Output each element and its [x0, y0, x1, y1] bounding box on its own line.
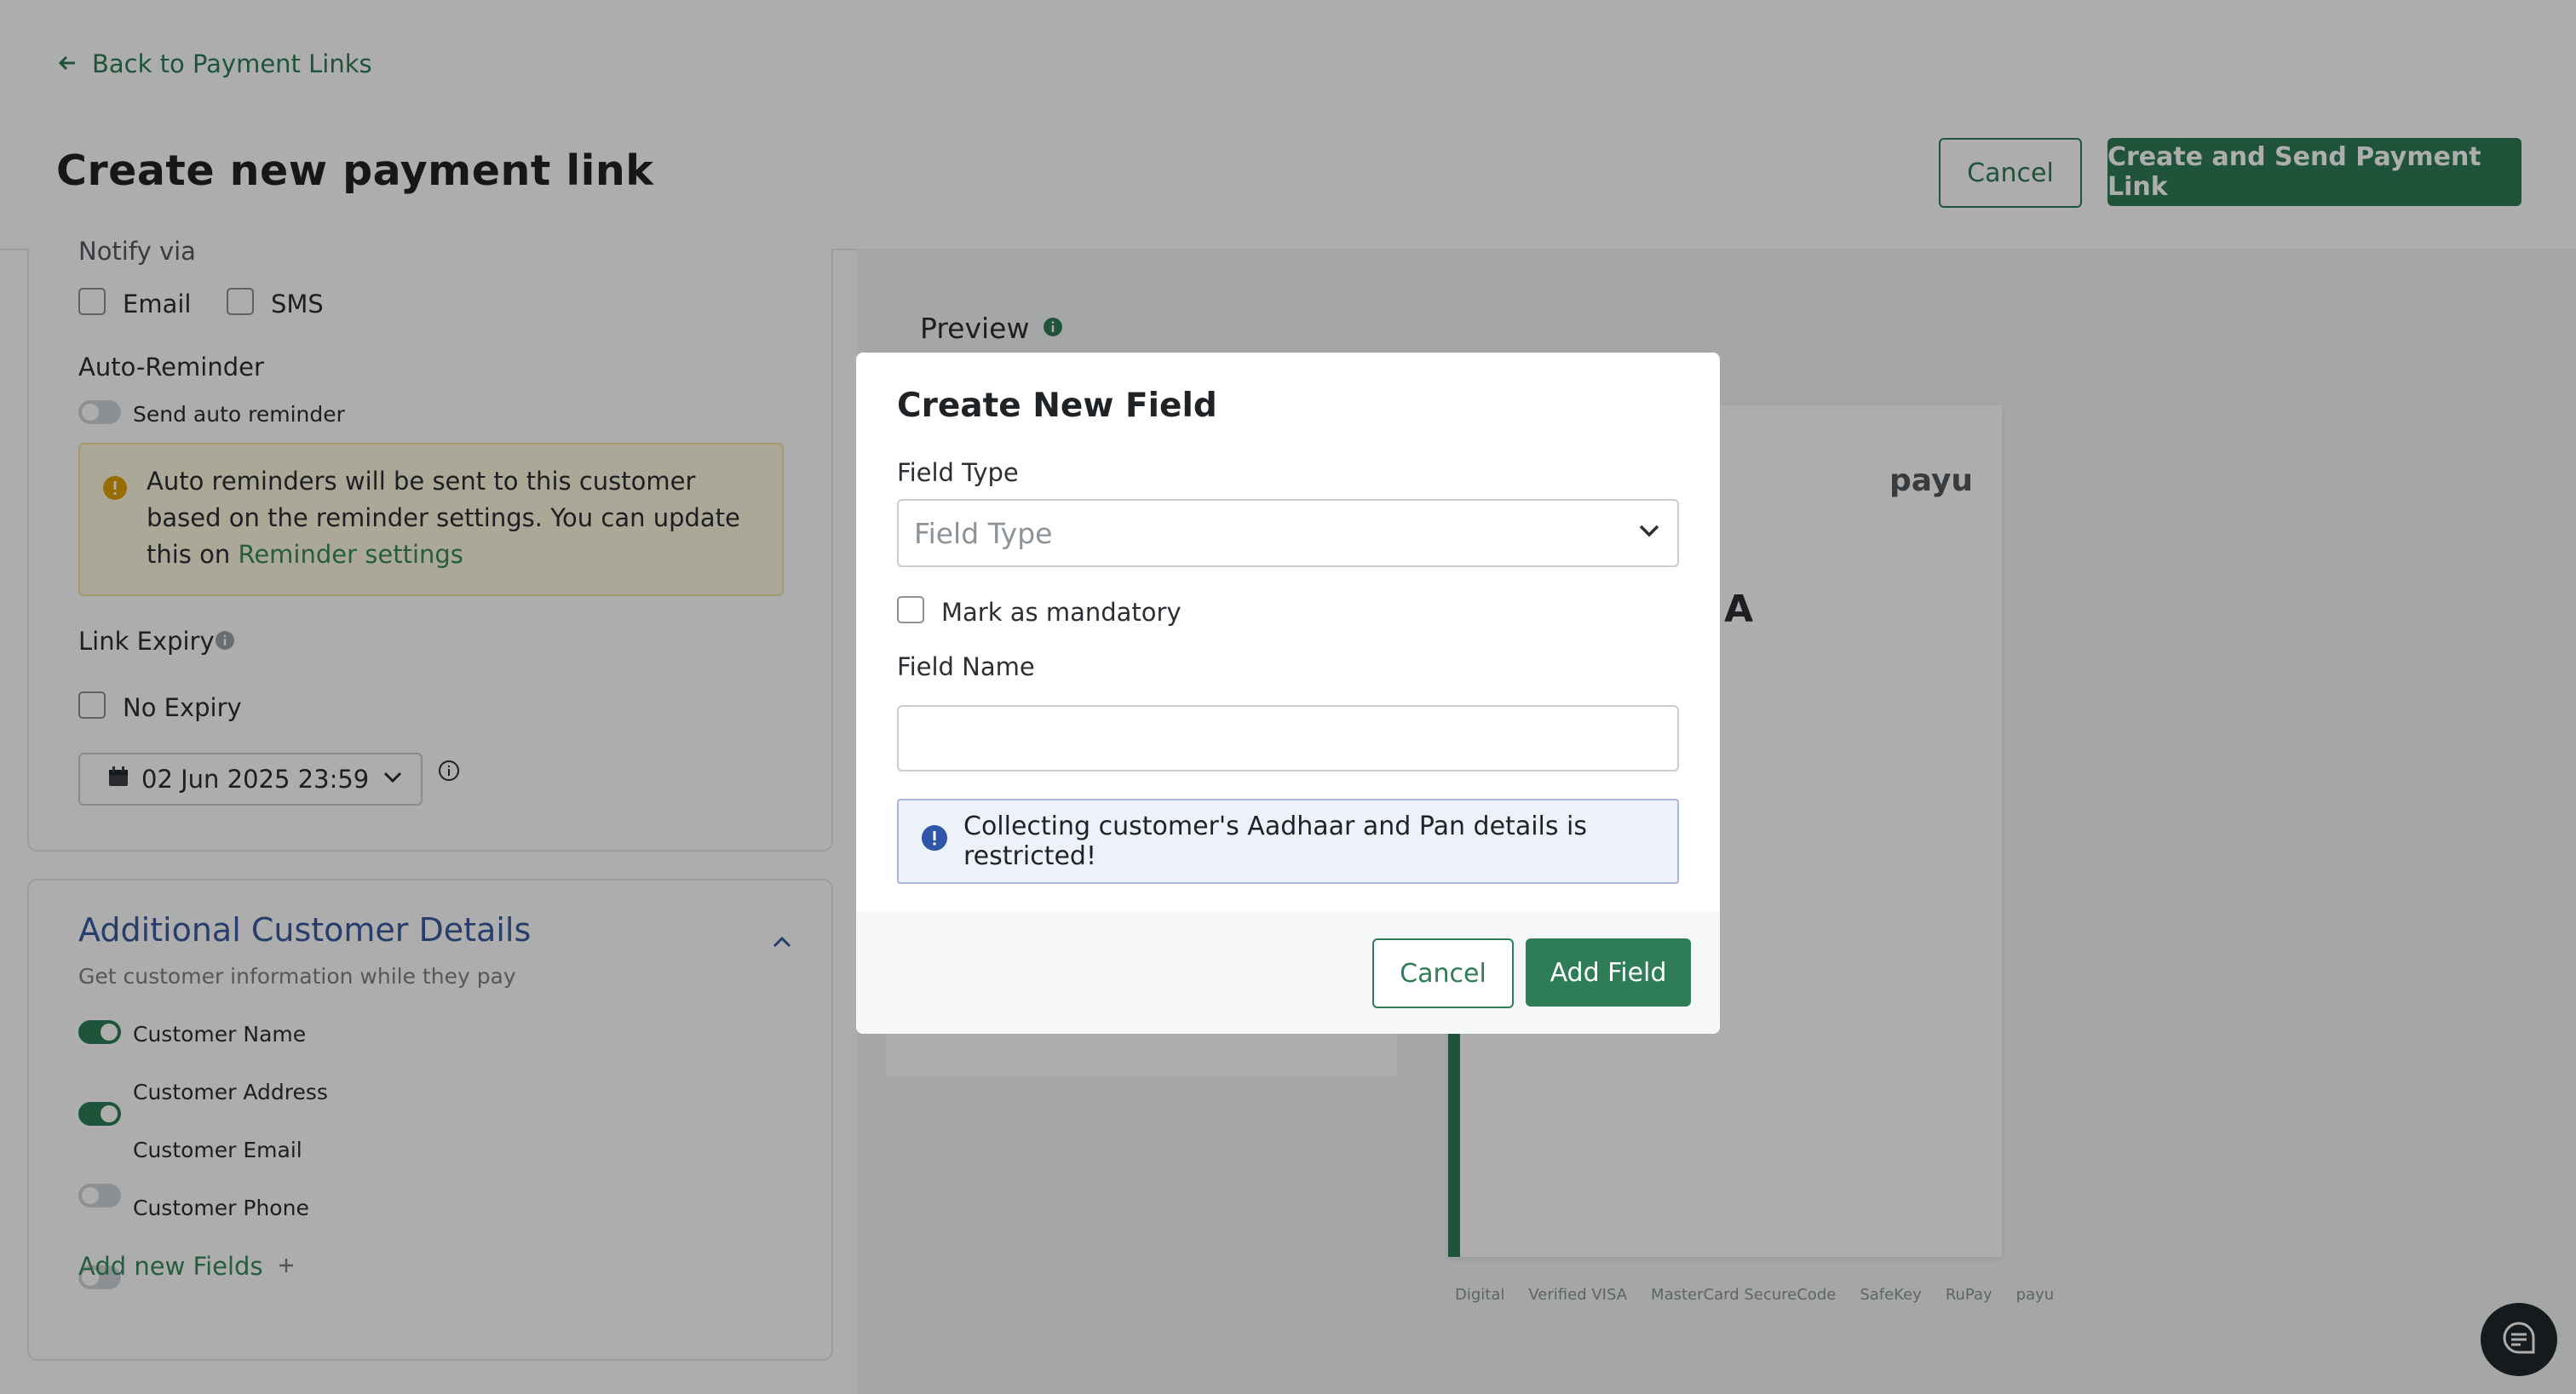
- field-type-select[interactable]: Field Type: [897, 499, 1679, 567]
- field-name-input[interactable]: [897, 705, 1679, 772]
- modal-title: Create New Field: [897, 387, 1217, 425]
- modal-cancel-button[interactable]: Cancel: [1372, 938, 1514, 1008]
- mandatory-checkbox[interactable]: [897, 596, 924, 623]
- field-type-label: Field Type: [897, 458, 1019, 487]
- create-field-modal: Create New Field Field Type Field Type M…: [856, 353, 1720, 1034]
- info-icon: [921, 824, 948, 858]
- field-name-label: Field Name: [897, 652, 1035, 681]
- mandatory-label: Mark as mandatory: [941, 598, 1182, 627]
- restriction-info-text: Collecting customer's Aadhaar and Pan de…: [963, 812, 1587, 871]
- field-type-placeholder: Field Type: [914, 516, 1053, 550]
- restriction-info-box: Collecting customer's Aadhaar and Pan de…: [897, 799, 1679, 884]
- add-field-button[interactable]: Add Field: [1526, 938, 1691, 1007]
- modal-footer: Cancel Add Field: [856, 911, 1720, 1034]
- chevron-down-icon: [1636, 517, 1662, 550]
